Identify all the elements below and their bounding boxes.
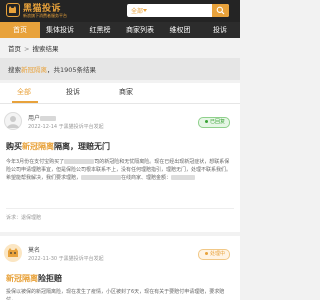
nav-ranking[interactable]: 红黑榜: [80, 22, 120, 38]
result-prefix: 搜索: [8, 66, 21, 74]
tab-all[interactable]: 全部: [17, 87, 31, 97]
default-user-icon: [7, 116, 19, 128]
status-badge: 已回复: [197, 117, 230, 128]
avatar: [4, 244, 22, 262]
cat-avatar-icon: [8, 248, 18, 257]
redacted-text: [64, 159, 95, 164]
active-tab-indicator: [12, 101, 38, 103]
search-category-select[interactable]: 全部: [131, 6, 143, 15]
complaint-date: 2022-12-14 于黑猫投诉平台发起: [28, 124, 104, 130]
complaint-body: 今年3月份在支付宝购买了 司的新冠险和无忧隔离险。现在已经出现新冠症状，想联系保险…: [6, 159, 232, 181]
status-dot-icon: [204, 120, 208, 123]
complaint-body: 投保以被保的新冠隔离险，现在发生了疫情，小区被封了6天，现在有关于要赔付申请理赔…: [6, 289, 225, 300]
status-badge: 处理中: [197, 249, 230, 260]
header: 黑猫投诉 新浪旗下消费者服务平台 全部: [0, 0, 240, 22]
tab-complaints[interactable]: 投诉: [66, 87, 80, 97]
black-cat-logo-icon[interactable]: [6, 3, 20, 17]
avatar: [4, 112, 22, 130]
complaint-card[interactable]: 莫名 2022-11-30 于黑猫投诉平台发起 处理中 新冠隔离险拒赔 投保以被…: [0, 236, 240, 300]
complaint-date: 2022-11-30 于黑猫投诉平台发起: [28, 256, 104, 262]
complaint-title[interactable]: 新冠隔离险拒赔: [6, 273, 62, 284]
breadcrumb: 首页 > 搜索结果: [0, 38, 240, 58]
nav-merchant-list[interactable]: 商家列表: [120, 22, 160, 38]
chevron-down-icon: [143, 9, 147, 12]
breadcrumb-home[interactable]: 首页: [8, 45, 21, 53]
redacted-username: [40, 116, 57, 121]
redacted-text: [81, 175, 122, 180]
result-summary: 搜索新冠隔离，共1905条结果: [0, 58, 240, 80]
nav-group-complaint[interactable]: 集体投诉: [40, 22, 80, 38]
status-dot-icon: [204, 252, 208, 255]
result-tabs: 全部 投诉 商家: [0, 83, 240, 104]
complaint-card[interactable]: 用户 2022-12-14 于黑猫投诉平台发起 已回复 购买新冠隔离隔离，理赔无…: [0, 104, 240, 232]
result-count: ，共1905条结果: [47, 66, 97, 74]
status-text: 处理中: [209, 251, 225, 257]
nav-home[interactable]: 首页: [0, 22, 40, 38]
user-name: 用户: [28, 115, 41, 122]
redacted-text: [171, 175, 196, 180]
logo-subtitle: 新浪旗下消费者服务平台: [23, 13, 67, 18]
search-box[interactable]: 全部: [127, 4, 229, 17]
main-nav: 首页 集体投诉 红黑榜 商家列表 维权团 投诉: [0, 22, 240, 38]
complaint-title[interactable]: 购买新冠隔离隔离，理赔无门: [6, 141, 110, 152]
result-keyword: 新冠隔离: [21, 66, 47, 74]
nav-rights-group[interactable]: 维权团: [160, 22, 200, 38]
breadcrumb-current: 搜索结果: [32, 45, 59, 53]
breadcrumb-separator: >: [24, 45, 30, 53]
nav-complain[interactable]: 投诉: [200, 22, 240, 38]
search-icon: [216, 6, 225, 15]
status-text: 已回复: [209, 119, 225, 125]
search-button[interactable]: [212, 4, 229, 17]
user-name: 莫名: [28, 247, 41, 254]
complaint-appeal: 诉求：退保理赔: [6, 215, 42, 221]
divider: [6, 208, 234, 209]
tab-merchants[interactable]: 商家: [119, 87, 133, 97]
